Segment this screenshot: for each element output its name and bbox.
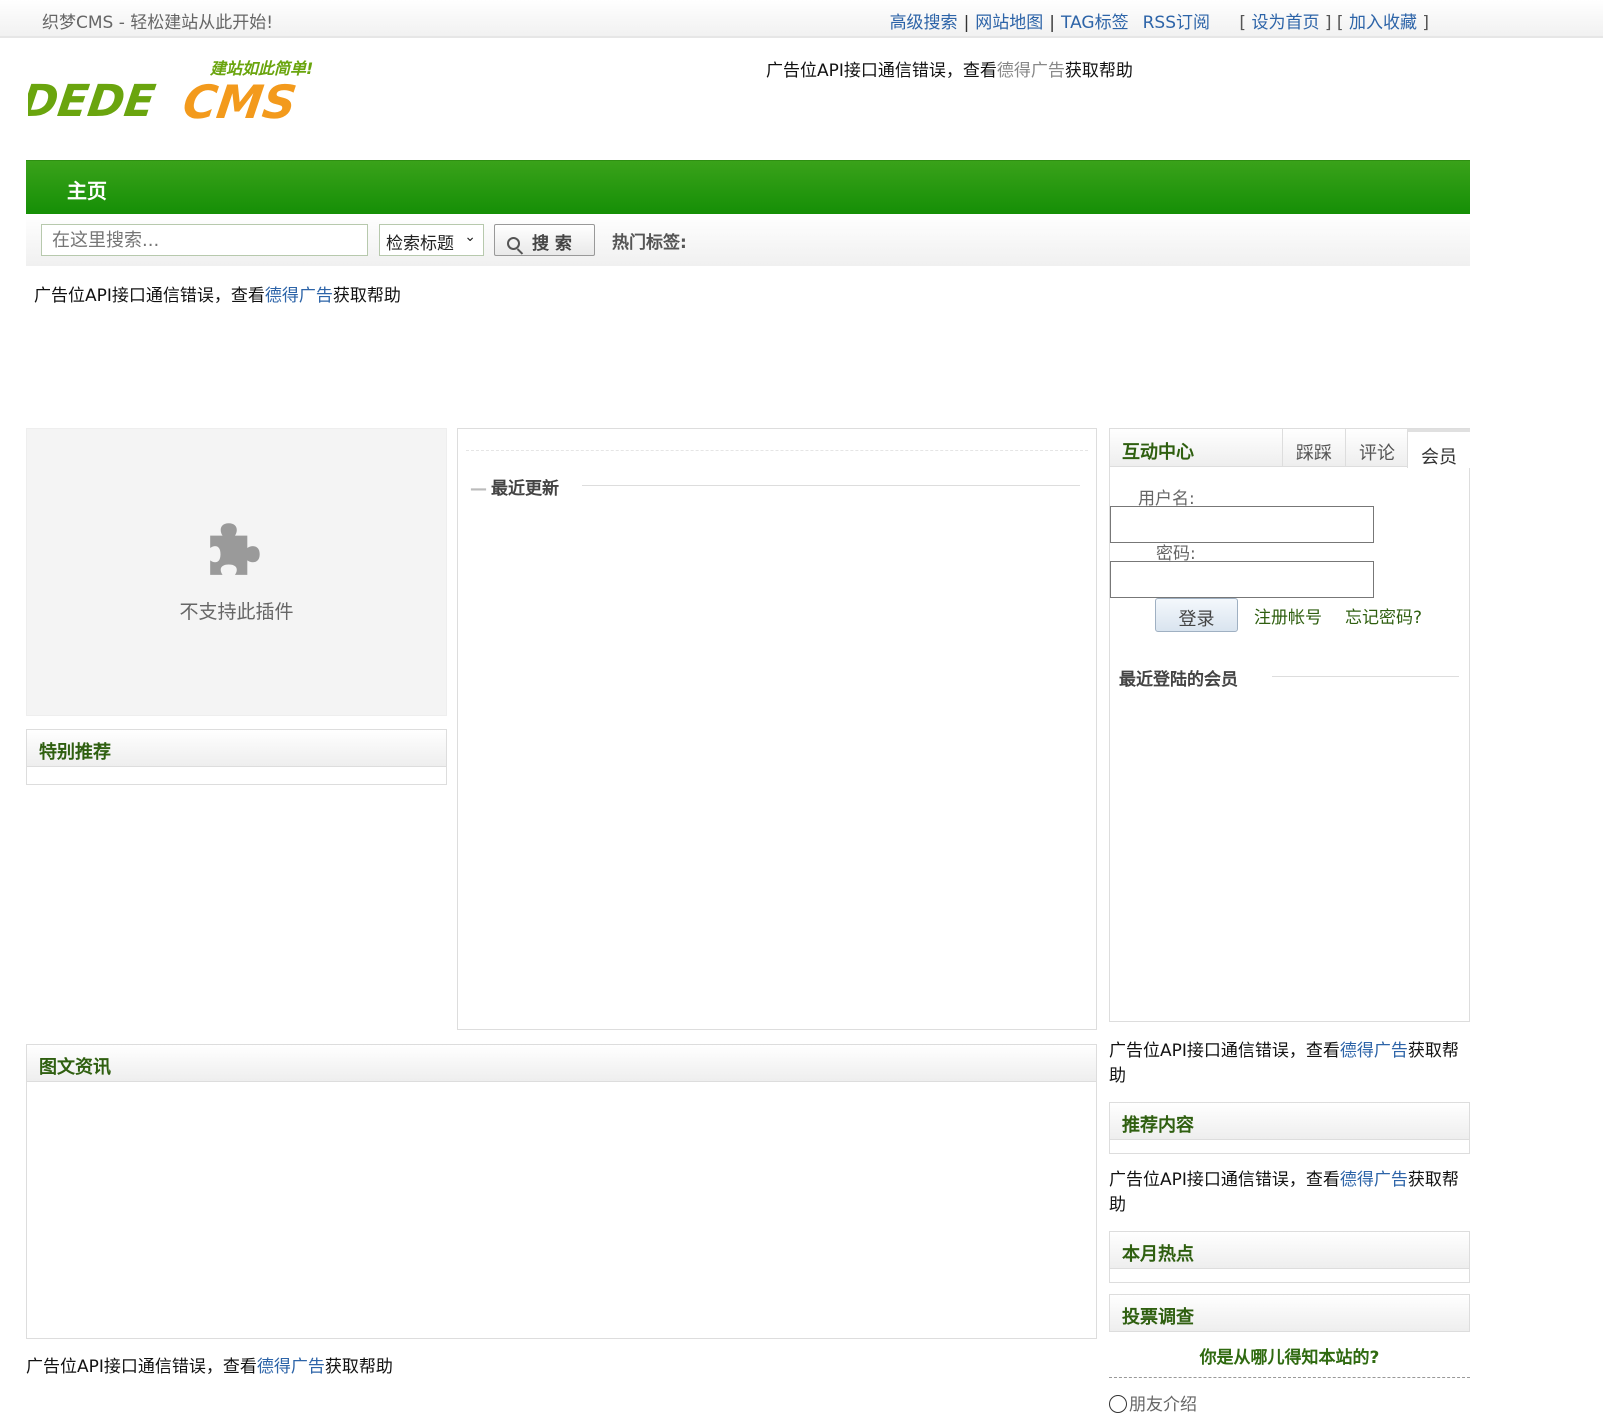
vote-box: 投票调查 bbox=[1109, 1294, 1470, 1332]
welcome-text: 织梦CMS - 轻松建站从此开始! bbox=[42, 13, 274, 33]
tab-caicai[interactable]: 踩踩 bbox=[1282, 429, 1345, 467]
username-field[interactable] bbox=[1110, 506, 1374, 543]
password-field[interactable] bbox=[1110, 561, 1374, 598]
logo-text-cms: CMS bbox=[180, 75, 300, 129]
puzzle-icon bbox=[210, 523, 260, 575]
rss-link[interactable]: RSS订阅 bbox=[1143, 13, 1210, 33]
ad-banner-right-1: 广告位API接口通信错误，查看德得广告获取帮助 bbox=[1109, 1041, 1459, 1086]
plugin-placeholder: 不支持此插件 bbox=[26, 428, 447, 716]
search-input[interactable] bbox=[41, 224, 368, 256]
ad-help-link[interactable]: 德得广告 bbox=[265, 286, 333, 306]
logo-text-dede: DEDE bbox=[28, 76, 158, 127]
picture-news-box: 图文资讯 bbox=[26, 1044, 1097, 1339]
tab-members[interactable]: 会员 bbox=[1407, 429, 1470, 468]
add-favorite-link[interactable]: 加入收藏 bbox=[1349, 13, 1417, 33]
interaction-center: 互动中心 踩踩 评论 会员 用户名: 密码: 登录 注册帐号 忘记密码? 最近登… bbox=[1109, 428, 1470, 1022]
special-recommend-box: 特别推荐 bbox=[26, 729, 447, 785]
recommend-box: 推荐内容 bbox=[1109, 1102, 1470, 1154]
monthly-hot-box: 本月热点 bbox=[1109, 1231, 1470, 1283]
ad-banner-middle: 广告位API接口通信错误，查看德得广告获取帮助 bbox=[34, 286, 401, 306]
top-links: 高级搜索 | 网站地图 | TAG标签 RSS订阅 [ 设为首页 ] [ 加入收藏 ] bbox=[889, 13, 1429, 33]
interaction-title: 互动中心 bbox=[1122, 442, 1194, 463]
nav-home[interactable]: 主页 bbox=[67, 175, 107, 204]
ad-banner-bottom: 广告位API接口通信错误，查看德得广告获取帮助 bbox=[26, 1357, 393, 1377]
search-button[interactable]: 搜 索 bbox=[494, 224, 595, 256]
search-bar: 检索标题 ⌄ 搜 索 热门标签: bbox=[26, 214, 1470, 266]
top-bar: 织梦CMS - 轻松建站从此开始! 高级搜索 | 网站地图 | TAG标签 RSS订阅 [… bbox=[0, 0, 1603, 38]
box-title: 本月热点 bbox=[1110, 1232, 1469, 1269]
advanced-search-link[interactable]: 高级搜索 bbox=[890, 13, 958, 33]
box-title: 特别推荐 bbox=[27, 730, 446, 767]
ad-help-link[interactable]: 德得广告 bbox=[997, 61, 1065, 81]
vote-option[interactable]: 朋友介绍 bbox=[1109, 1390, 1197, 1414]
site-logo[interactable]: 建站如此简单! DEDE CMS bbox=[18, 56, 348, 136]
latest-updates-box: — 最近更新 bbox=[457, 428, 1097, 1030]
login-button[interactable]: 登录 bbox=[1155, 598, 1238, 632]
box-title: 投票调查 bbox=[1110, 1295, 1469, 1332]
box-title: 推荐内容 bbox=[1110, 1103, 1469, 1140]
sitemap-link[interactable]: 网站地图 bbox=[975, 13, 1043, 33]
ad-banner-right-2: 广告位API接口通信错误，查看德得广告获取帮助 bbox=[1109, 1170, 1459, 1215]
latest-title: — 最近更新 bbox=[470, 479, 559, 499]
set-home-link[interactable]: 设为首页 bbox=[1251, 13, 1319, 33]
search-type-select[interactable]: 检索标题 ⌄ bbox=[379, 224, 484, 256]
main-nav: 主页 bbox=[26, 160, 1470, 214]
hot-tags-label: 热门标签: bbox=[612, 233, 687, 253]
search-icon bbox=[507, 237, 520, 250]
radio-button[interactable] bbox=[1109, 1395, 1127, 1413]
register-link[interactable]: 注册帐号 bbox=[1254, 603, 1322, 628]
ad-help-link[interactable]: 德得广告 bbox=[257, 1357, 325, 1377]
chevron-down-icon: ⌄ bbox=[464, 229, 476, 245]
vote-question: 你是从哪儿得知本站的? bbox=[1199, 1348, 1380, 1368]
ad-help-link[interactable]: 德得广告 bbox=[1340, 1170, 1408, 1190]
ad-banner-top: 广告位API接口通信错误，查看德得广告获取帮助 bbox=[766, 61, 1133, 81]
forgot-password-link[interactable]: 忘记密码? bbox=[1345, 603, 1422, 628]
favorites-group: [ 设为首页 ] [ 加入收藏 ] bbox=[1239, 13, 1429, 33]
ad-help-link[interactable]: 德得广告 bbox=[1340, 1041, 1408, 1061]
tag-link[interactable]: TAG标签 bbox=[1061, 13, 1129, 33]
tab-comments[interactable]: 评论 bbox=[1345, 429, 1408, 467]
box-title: 图文资讯 bbox=[27, 1045, 1096, 1082]
recent-members-title: 最近登陆的会员 bbox=[1119, 670, 1238, 690]
plugin-message: 不支持此插件 bbox=[179, 601, 294, 623]
